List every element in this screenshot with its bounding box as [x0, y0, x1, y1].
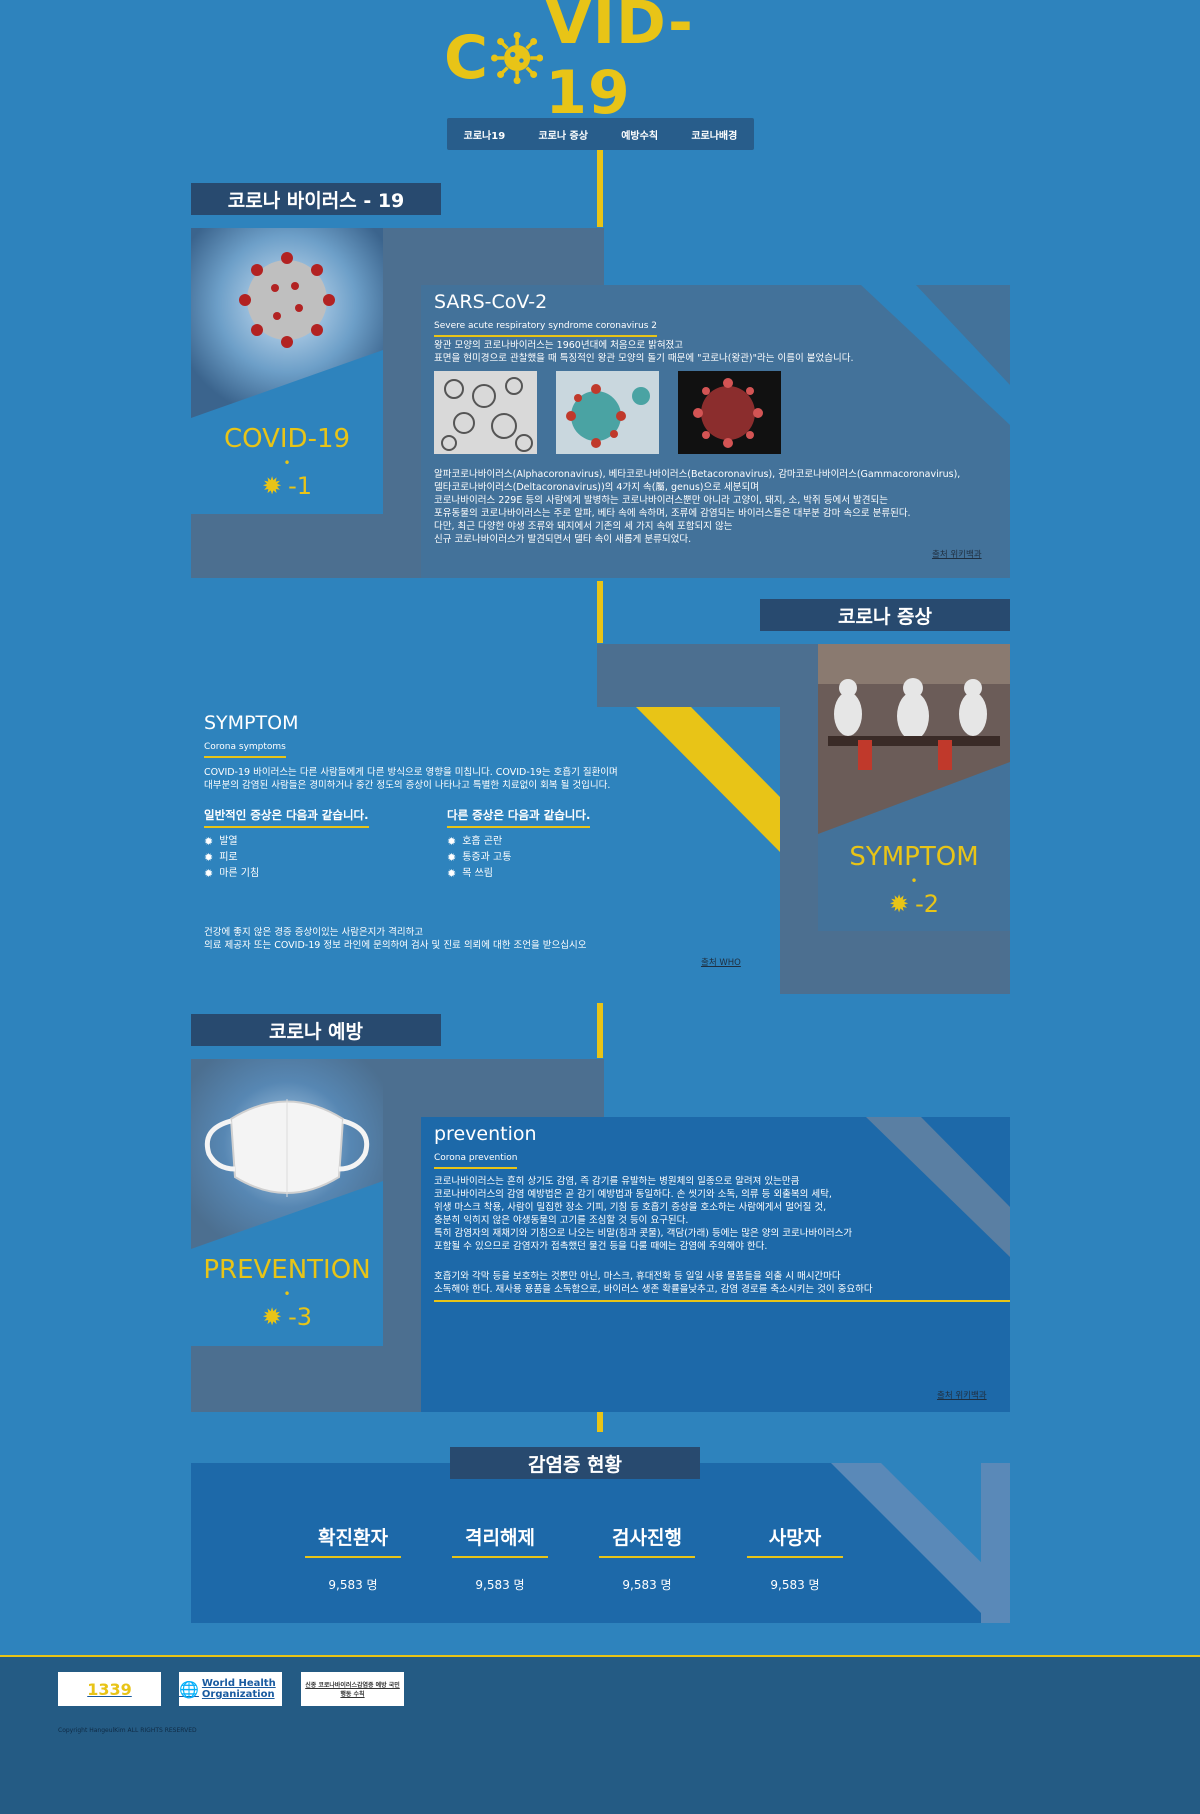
- section1-content: SARS-CoV-2 Severe acute respiratory synd…: [421, 285, 1010, 578]
- globe-icon: 🌐: [179, 1679, 199, 1699]
- connector-line: [597, 1412, 603, 1432]
- list-item: ✹ 마른 기침: [204, 867, 260, 880]
- list-item: ✹ 호흡 곤란: [447, 835, 503, 848]
- section2-heading: SYMPTOM: [204, 712, 299, 734]
- list-item: ✹ 발열: [204, 835, 238, 848]
- source-link[interactable]: 출처 위키백과: [932, 548, 982, 560]
- mask-image: [191, 1059, 383, 1249]
- side-label: COVID-19: [223, 424, 351, 454]
- hotline-1339-badge[interactable]: 1339: [58, 1672, 161, 1706]
- side-dot: •: [910, 874, 918, 888]
- section2-side-text: SYMPTOM • ✹ -2: [818, 842, 1010, 918]
- section3-body: 코로나바이러스는 흔히 상기도 감염, 즉 감기를 유발하는 병원체의 일종으로…: [434, 1176, 853, 1252]
- section2-side-card: SYMPTOM • ✹ -2: [818, 644, 1010, 931]
- section1-subheading: Severe acute respiratory syndrome corona…: [434, 321, 657, 337]
- section-title-prevention: 코로나 예방: [191, 1014, 441, 1046]
- section1-intro: 왕관 모양의 코로나바이러스는 1960년대에 처음으로 밝혀졌고 표면을 현미…: [434, 340, 854, 364]
- side-label: SYMPTOM: [849, 842, 979, 872]
- medical-staff-image: [818, 644, 1010, 834]
- stat-testing: 검사진행 9,583 명: [599, 1523, 695, 1593]
- side-label: PREVENTION: [203, 1255, 371, 1285]
- bullet-icon: ✹: [447, 835, 457, 848]
- side-dot: •: [283, 1287, 291, 1301]
- covid19-logo[interactable]: C VID-19: [444, 0, 756, 128]
- stats-panel: 확진환자 9,583 명 격리해제 9,583 명 검사진행 9,583 명 사…: [191, 1463, 1010, 1623]
- side-dot: •: [283, 456, 291, 470]
- section3-side-text: PREVENTION • ✹ -3: [191, 1255, 383, 1331]
- decorative-stripe: [861, 285, 1010, 425]
- stat-confirmed: 확진환자 9,583 명: [305, 1523, 401, 1593]
- list-item: ✹ 피로: [204, 851, 238, 864]
- virus-image: [191, 228, 383, 418]
- bullet-icon: ✹: [447, 851, 457, 864]
- section1-side-text: COVID-19 • ✹ -1: [191, 424, 383, 500]
- other-symptoms: 다른 증상은 다음과 같습니다. ✹ 호흡 곤란 ✹ 통증과 고통 ✹ 목 쓰림: [447, 804, 677, 882]
- section3-side-card: PREVENTION • ✹ -3: [191, 1059, 383, 1346]
- nav-item-prevention[interactable]: 예방수칙: [615, 123, 664, 146]
- microscope-image: [434, 371, 537, 454]
- section1-heading: SARS-CoV-2: [434, 291, 548, 313]
- stat-released: 격리해제 9,583 명: [452, 1523, 548, 1593]
- section1-body: 알파코로나바이러스(Alphacoronavirus), 베타코로나바이러스(B…: [434, 469, 961, 545]
- copyright: Copyright HangeulKim ALL RIGHTS RESERVED: [58, 1727, 197, 1734]
- section3-subheading: Corona prevention: [434, 1153, 518, 1169]
- virus-render-image: [556, 371, 659, 454]
- list-item: ✹ 목 쓰림: [447, 867, 493, 880]
- section-title-symptoms: 코로나 증상: [760, 599, 1010, 631]
- section3-extra: 호흡기와 각막 등을 보호하는 것뿐만 아닌, 마스크, 휴대전화 등 일일 사…: [434, 1270, 1010, 1302]
- stat-deaths: 사망자 9,583 명: [747, 1523, 843, 1593]
- bullet-icon: ✹: [447, 867, 457, 880]
- connector-line: [597, 150, 603, 227]
- section-title-stats: 감염증 현황: [450, 1447, 700, 1479]
- section3-content: prevention Corona prevention 코로나바이러스는 흔히…: [421, 1117, 1010, 1412]
- connector-line: [597, 581, 603, 643]
- common-symptoms-heading: 일반적인 증상은 다음과 같습니다.: [204, 807, 369, 828]
- source-link[interactable]: 출처 WHO: [701, 956, 741, 968]
- bullet-icon: ✹: [204, 851, 214, 864]
- side-number: -3: [288, 1303, 313, 1331]
- common-symptoms: 일반적인 증상은 다음과 같습니다. ✹ 발열 ✹ 피로 ✹ 마른 기침: [204, 804, 434, 882]
- sun-icon: ✹: [261, 472, 283, 500]
- section2-intro: COVID-19 바이러스는 다른 사람들에게 다른 방식으로 영향을 미칩니다…: [204, 767, 618, 791]
- virus-dark-image: [678, 371, 781, 454]
- side-number: -2: [915, 890, 940, 918]
- main-nav: 코로나19 코로나 증상 예방수칙 코로나배경: [447, 118, 754, 150]
- section2-advice: 건강에 좋지 않은 경증 증상이있는 사람은지가 격리하고 의료 제공자 또는 …: [204, 927, 587, 951]
- virus-icon: [491, 31, 544, 85]
- section2-content: SYMPTOM Corona symptoms COVID-19 바이러스는 다…: [191, 707, 780, 995]
- nav-item-symptoms[interactable]: 코로나 증상: [532, 123, 593, 146]
- bullet-icon: ✹: [204, 867, 214, 880]
- nav-item-background[interactable]: 코로나배경: [685, 123, 743, 146]
- source-link[interactable]: 출처 위키백과: [937, 1389, 987, 1401]
- other-symptoms-heading: 다른 증상은 다음과 같습니다.: [447, 807, 591, 828]
- logo-suffix: VID-19: [545, 0, 694, 128]
- footer: 1339 🌐 World Health Organization 신종 코로나바…: [0, 1655, 1200, 1814]
- connector-line: [597, 1003, 603, 1058]
- section2-subheading: Corona symptoms: [204, 742, 286, 758]
- sun-icon: ✹: [888, 890, 910, 918]
- logo-prefix: C: [444, 23, 490, 93]
- sun-icon: ✹: [261, 1303, 283, 1331]
- who-badge[interactable]: 🌐 World Health Organization: [179, 1672, 282, 1706]
- section-title-coronavirus: 코로나 바이러스 - 19: [191, 183, 441, 215]
- nav-item-covid19[interactable]: 코로나19: [458, 123, 512, 146]
- section1-side-card: COVID-19 • ✹ -1: [191, 228, 383, 514]
- section3-heading: prevention: [434, 1123, 537, 1145]
- side-number: -1: [288, 472, 313, 500]
- prevention-guide-badge[interactable]: 신종 코로나바이러스감염증 예방 국민행동 수칙: [301, 1672, 404, 1706]
- bullet-icon: ✹: [204, 835, 214, 848]
- list-item: ✹ 통증과 고통: [447, 851, 512, 864]
